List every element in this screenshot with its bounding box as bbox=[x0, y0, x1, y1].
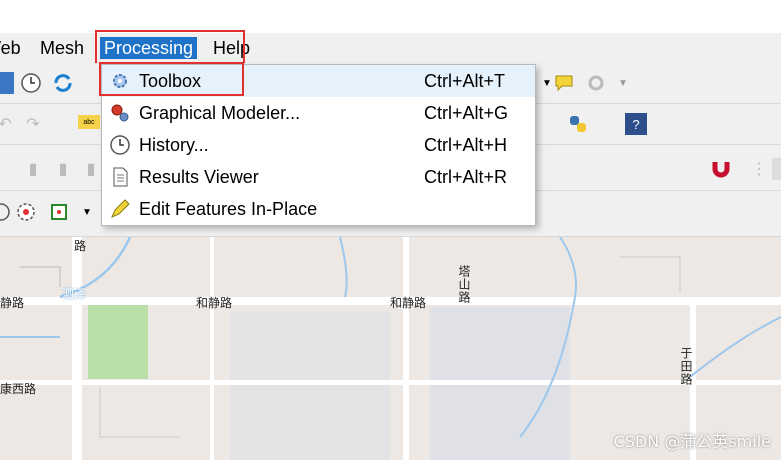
menu-item-graphical-modeler[interactable]: Graphical Modeler... Ctrl+Alt+G bbox=[102, 97, 535, 129]
undo-icon[interactable]: ↶ bbox=[0, 113, 16, 135]
road-label: 和静路 bbox=[196, 296, 233, 310]
vertex-tool-icon[interactable]: ⋮ bbox=[748, 158, 770, 180]
speech-bubble-icon[interactable] bbox=[553, 72, 575, 94]
modeler-gears-icon bbox=[108, 102, 132, 124]
road-label: 于田路 bbox=[679, 347, 693, 386]
menu-item-history[interactable]: History... Ctrl+Alt+H bbox=[102, 129, 535, 161]
python-icon[interactable] bbox=[567, 113, 589, 135]
menu-web[interactable]: Web bbox=[0, 37, 21, 59]
window-title-strip bbox=[0, 0, 781, 33]
refresh-icon[interactable] bbox=[52, 72, 74, 94]
menu-mesh[interactable]: Mesh bbox=[40, 37, 84, 59]
water-label: 泗泽 bbox=[62, 287, 87, 301]
digitize-icon[interactable]: ▮ bbox=[52, 158, 74, 180]
digitize-icon[interactable]: ▮ bbox=[22, 158, 44, 180]
magnet-icon[interactable] bbox=[710, 158, 732, 180]
redo-icon[interactable]: ↷ bbox=[22, 113, 44, 135]
partial-button[interactable] bbox=[772, 158, 781, 180]
road-label: 塔山路 bbox=[457, 265, 471, 304]
road-label: 康西路 bbox=[0, 382, 37, 396]
select-radius-icon[interactable] bbox=[15, 201, 37, 223]
road-label: 静路 bbox=[0, 296, 25, 310]
menu-item-results-viewer[interactable]: Results Viewer Ctrl+Alt+R bbox=[102, 161, 535, 193]
document-icon bbox=[108, 166, 132, 188]
help-book-icon[interactable]: ? bbox=[625, 113, 647, 135]
dropdown-arrow-icon[interactable]: ▼ bbox=[76, 201, 98, 223]
dropdown-arrow-icon[interactable]: ▼ bbox=[612, 72, 634, 94]
watermark: CSDN @蒲公英smile bbox=[613, 432, 771, 451]
digitize-icon[interactable]: ▮ bbox=[80, 158, 102, 180]
map-canvas[interactable]: 静路 泗泽 和静路 和静路 康西路 塔山路 于田路 路 bbox=[0, 237, 781, 460]
clock-icon[interactable] bbox=[20, 72, 42, 94]
gear-disabled-icon[interactable] bbox=[585, 72, 607, 94]
annotation-box-processing bbox=[95, 30, 245, 65]
partial-icon[interactable] bbox=[0, 72, 14, 94]
select-polygon-icon[interactable] bbox=[48, 201, 70, 223]
annotation-box-toolbox bbox=[99, 62, 244, 96]
menu-item-edit-features-in-place[interactable]: Edit Features In-Place bbox=[102, 193, 535, 225]
pencil-icon bbox=[108, 198, 132, 220]
label-tool-icon[interactable]: abc bbox=[78, 115, 100, 129]
clock-icon bbox=[108, 134, 132, 156]
road-label: 路 bbox=[74, 239, 87, 253]
select-circle-icon[interactable] bbox=[0, 201, 12, 223]
road-label: 和静路 bbox=[390, 296, 427, 310]
